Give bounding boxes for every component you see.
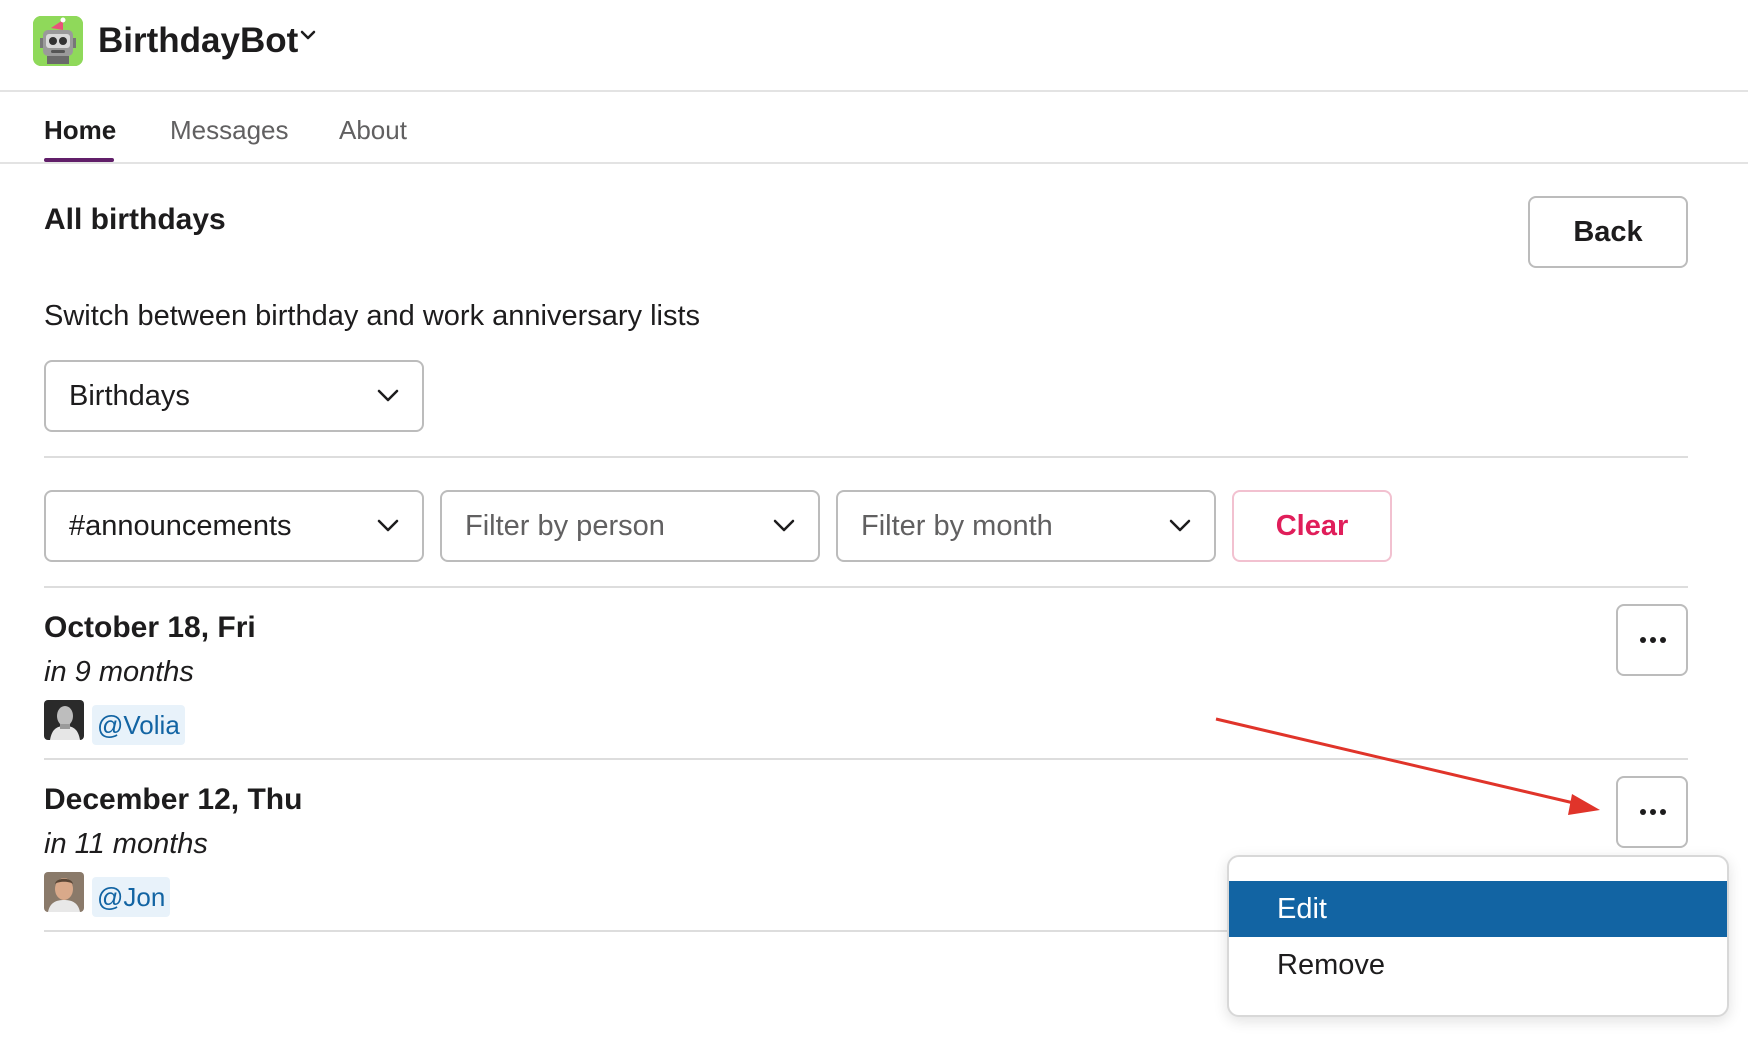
app-name[interactable]: BirthdayBot [98, 18, 298, 64]
chevron-down-icon [376, 388, 400, 409]
divider [44, 586, 1688, 588]
tab-bar: Home Messages About [0, 92, 1748, 164]
tab-about[interactable]: About [339, 112, 407, 148]
list-type-value: Birthdays [69, 380, 190, 412]
divider [44, 758, 1688, 760]
channel-value: #announcements [69, 510, 292, 542]
clear-filters-button[interactable]: Clear [1232, 490, 1392, 562]
switch-description: Switch between birthday and work anniver… [44, 300, 701, 332]
more-horizontal-icon [1640, 637, 1666, 643]
entry-overflow-button[interactable] [1616, 776, 1688, 848]
user-mention[interactable]: @Jon [92, 877, 171, 917]
person-filter-select[interactable]: Filter by person [440, 490, 820, 562]
app-header: BirthdayBot [0, 0, 1748, 92]
tab-messages[interactable]: Messages [170, 112, 289, 148]
list-type-select[interactable]: Birthdays [44, 360, 424, 432]
menu-item-edit[interactable]: Edit [1229, 881, 1727, 937]
entry-date: December 12, Thu [44, 783, 303, 816]
divider [44, 456, 1688, 458]
chevron-down-icon [1168, 518, 1192, 539]
entry-relative-time: in 9 months [44, 656, 194, 688]
chevron-down-icon [772, 518, 796, 539]
person-filter-placeholder: Filter by person [465, 510, 665, 542]
entry-date: October 18, Fri [44, 611, 256, 644]
avatar[interactable] [44, 700, 84, 740]
back-button[interactable]: Back [1528, 196, 1688, 268]
menu-item-remove[interactable]: Remove [1229, 937, 1727, 993]
avatar[interactable] [44, 872, 84, 912]
month-filter-select[interactable]: Filter by month [836, 490, 1216, 562]
robot-icon [33, 16, 83, 66]
overflow-menu: Edit Remove [1227, 855, 1729, 1017]
month-filter-placeholder: Filter by month [861, 510, 1053, 542]
tab-home[interactable]: Home [44, 112, 116, 148]
active-tab-indicator [44, 158, 114, 162]
chevron-down-icon [376, 518, 400, 539]
channel-select[interactable]: #announcements [44, 490, 424, 562]
entry-relative-time: in 11 months [44, 828, 208, 860]
more-horizontal-icon [1640, 809, 1666, 815]
chevron-down-icon[interactable] [300, 28, 316, 46]
page-title: All birthdays [44, 203, 226, 236]
user-mention[interactable]: @Volia [92, 705, 185, 745]
entry-overflow-button[interactable] [1616, 604, 1688, 676]
